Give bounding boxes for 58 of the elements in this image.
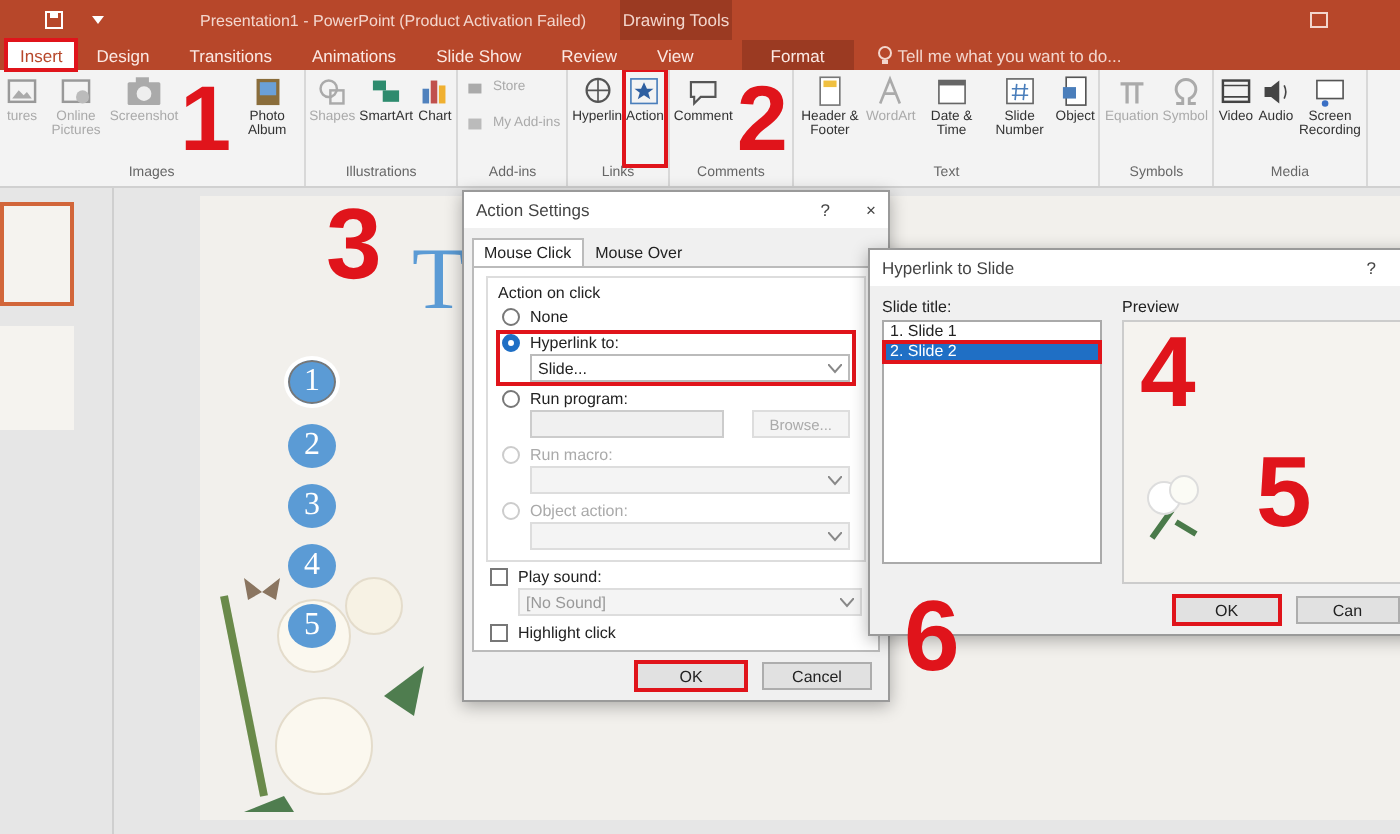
preview-label: Preview	[1122, 298, 1181, 316]
ribbon-tab[interactable]: Transitions	[169, 40, 292, 70]
ribbon-tab[interactable]: Slide Show	[416, 40, 542, 70]
close-button[interactable]: ×	[866, 200, 876, 220]
restore-icon[interactable]	[1310, 12, 1328, 28]
ribbon-tab[interactable]: View	[636, 40, 714, 70]
step-number: 1	[179, 81, 234, 155]
step-number: 2	[736, 81, 790, 155]
window-title: Presentation1 - PowerPoint (Product Activation Failed)	[200, 11, 588, 29]
help-button[interactable]: ?	[1366, 258, 1376, 278]
dialog-button[interactable]: Can	[1295, 596, 1400, 624]
dialog-button[interactable]: OK	[636, 662, 746, 690]
list-label: Slide title:	[882, 298, 954, 316]
option-label: Object action:	[530, 502, 628, 520]
radio-button[interactable]	[502, 334, 520, 352]
dialog-tab[interactable]: Mouse Over	[583, 238, 695, 266]
checkbox[interactable]	[490, 568, 508, 586]
context-group-label: Drawing Tools	[620, 0, 732, 40]
lightbulb-icon	[877, 45, 892, 65]
step-number: 4	[1140, 332, 1196, 412]
step-number: 3	[326, 204, 382, 284]
list-item[interactable]: 2. Slide 2	[884, 342, 1100, 362]
search-field[interactable]: Tell me what you want to do...	[897, 45, 1122, 65]
checkbox[interactable]	[490, 624, 508, 642]
checkbox-label: Highlight click	[518, 624, 616, 642]
radio-button[interactable]	[502, 390, 520, 408]
shapes-icon	[314, 74, 351, 110]
option-label: Hyperlink to:	[530, 334, 619, 352]
dialog-button[interactable]: OK	[1174, 596, 1279, 624]
caret-icon	[828, 531, 842, 541]
ribbon-tab[interactable]: Review	[541, 40, 637, 70]
caret-icon	[840, 597, 854, 607]
save-icon[interactable]	[44, 10, 64, 30]
ribbon-tab[interactable]: Insert	[6, 40, 77, 70]
ribbon-tab[interactable]: Animations	[292, 40, 417, 70]
help-button[interactable]: ?	[820, 200, 831, 220]
dialog-title: Action Settings	[476, 200, 592, 220]
checkbox-label: Play sound:	[518, 568, 602, 586]
dialog-tab[interactable]: Mouse Click	[472, 238, 584, 266]
option-label: None	[530, 308, 569, 326]
dialog-title: Hyperlink to Slide	[882, 258, 1017, 278]
option-label: Run program:	[530, 390, 628, 408]
option-label: Run macro:	[530, 446, 613, 464]
ribbon-tab[interactable]: Format	[741, 40, 854, 70]
input-field[interactable]	[530, 410, 724, 438]
step-number: 5	[1256, 452, 1312, 532]
group-label: Action on click	[498, 284, 603, 302]
slide-title: T	[412, 236, 466, 324]
list-item[interactable]: 1. Slide 1	[884, 322, 1100, 342]
dropdown[interactable]: Slide...	[530, 354, 850, 382]
slide-thumbnail[interactable]	[0, 202, 74, 306]
caret-icon	[828, 363, 842, 373]
radio-button[interactable]	[502, 308, 520, 326]
step-number: 6	[904, 596, 960, 676]
ribbon-tab[interactable]: Design	[76, 40, 170, 70]
caret-icon[interactable]	[92, 16, 104, 24]
dialog-button[interactable]: Cancel	[762, 662, 872, 690]
caret-icon	[828, 475, 842, 485]
